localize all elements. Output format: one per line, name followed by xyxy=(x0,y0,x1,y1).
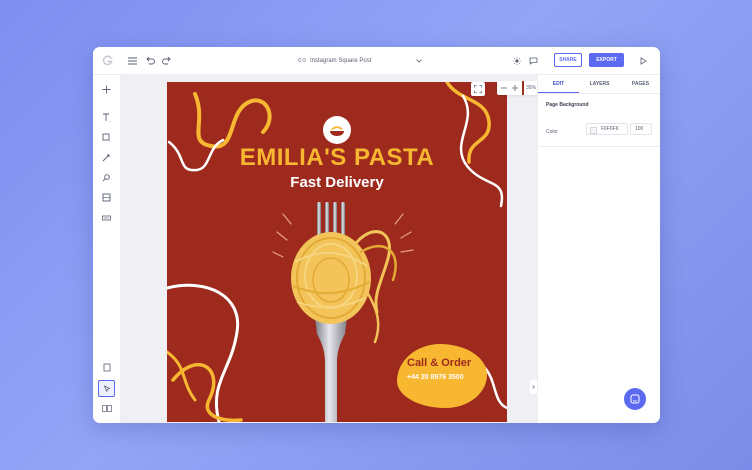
collapse-panel-icon[interactable] xyxy=(530,380,537,394)
zoom-level[interactable]: 35% xyxy=(526,81,536,95)
design-canvas[interactable]: EMILIA'S PASTA Fast Delivery Call & Orde… xyxy=(167,82,507,422)
zoom-in-icon[interactable] xyxy=(510,83,520,93)
chat-icon xyxy=(630,394,640,404)
tab-pages[interactable]: PAGES xyxy=(620,75,660,93)
zoom-divider xyxy=(522,81,524,95)
opacity-field[interactable]: 100 xyxy=(630,123,652,135)
app-logo-icon[interactable] xyxy=(101,54,114,67)
opacity-value: 100 xyxy=(635,126,644,132)
call-order-badge[interactable]: Call & Order +44 20 8976 3500 xyxy=(397,344,487,408)
play-icon[interactable] xyxy=(638,55,649,66)
brand-title[interactable]: EMILIA'S PASTA xyxy=(167,144,507,172)
undo-icon[interactable] xyxy=(145,55,156,66)
share-button[interactable]: SHARE xyxy=(554,53,582,67)
panel-divider xyxy=(538,146,660,147)
draw-tool-icon[interactable] xyxy=(100,171,113,184)
color-swatch[interactable] xyxy=(590,126,597,134)
tab-layers[interactable]: LAYERS xyxy=(579,75,620,93)
chevron-down-icon[interactable] xyxy=(414,56,423,65)
add-icon[interactable] xyxy=(100,83,113,96)
color-hex-value: F6F6F6 xyxy=(601,126,619,132)
fit-screen-icon[interactable] xyxy=(471,82,485,96)
document-title-text: Instagram Square Post xyxy=(310,57,372,64)
element-tool-icon[interactable] xyxy=(100,211,113,224)
menu-icon[interactable] xyxy=(127,55,138,66)
cta-phone: +44 20 8976 3500 xyxy=(407,374,464,381)
tagline-text[interactable]: Fast Delivery xyxy=(167,174,507,191)
properties-panel: EDIT LAYERS PAGES Page Background Color … xyxy=(537,75,660,423)
pasta-fork-image xyxy=(291,202,397,422)
image-tool-icon[interactable] xyxy=(100,191,113,204)
redo-icon[interactable] xyxy=(161,55,172,66)
export-button[interactable]: EXPORT xyxy=(589,53,624,67)
pasta-logo-icon xyxy=(323,116,351,144)
page-icon[interactable] xyxy=(100,361,113,374)
shape-tool-icon[interactable] xyxy=(100,131,113,144)
select-tool-icon[interactable] xyxy=(98,380,115,397)
panel-tabs: EDIT LAYERS PAGES xyxy=(538,75,660,94)
section-title: Page Background xyxy=(546,102,589,108)
cta-title: Call & Order xyxy=(407,357,472,369)
sun-icon[interactable] xyxy=(511,55,522,66)
left-toolbar xyxy=(93,75,121,423)
editor-window: Instagram Square Post SHARE EXPORT EMILI… xyxy=(93,47,660,423)
text-tool-icon[interactable] xyxy=(100,111,113,124)
chat-support-button[interactable] xyxy=(624,388,646,410)
top-toolbar: Instagram Square Post SHARE EXPORT xyxy=(93,47,660,75)
line-tool-icon[interactable] xyxy=(100,151,113,164)
canvas-workspace: EMILIA'S PASTA Fast Delivery Call & Orde… xyxy=(121,75,551,423)
grid-icon[interactable] xyxy=(100,402,113,415)
color-label: Color xyxy=(546,129,558,135)
comment-icon[interactable] xyxy=(528,55,539,66)
color-field[interactable]: F6F6F6 xyxy=(586,123,628,135)
tab-edit[interactable]: EDIT xyxy=(538,75,579,93)
link-icon xyxy=(298,57,306,65)
zoom-out-icon[interactable] xyxy=(499,83,509,93)
document-title[interactable]: Instagram Square Post xyxy=(298,47,371,74)
